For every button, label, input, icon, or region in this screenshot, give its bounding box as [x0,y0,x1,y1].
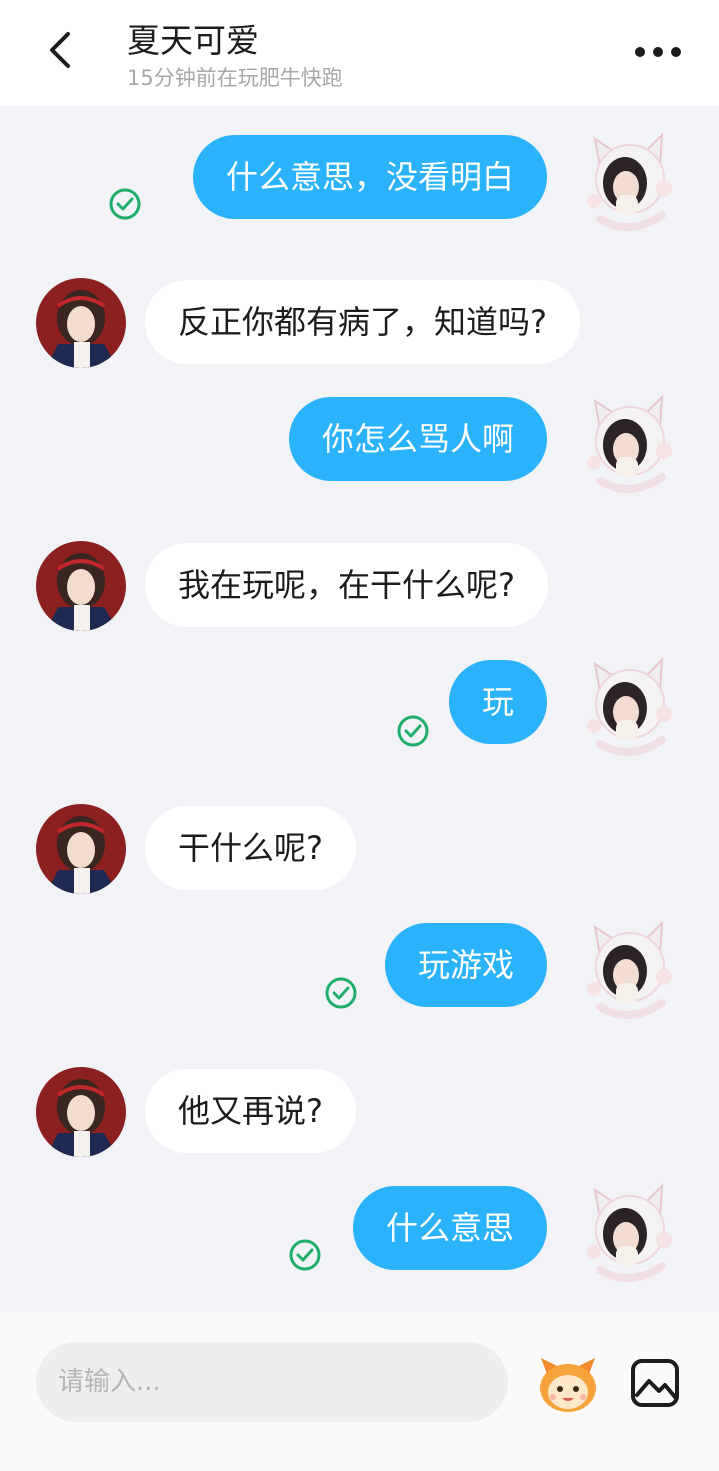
message-bubble-outgoing[interactable]: 玩游戏 [384,923,547,1007]
message-bubble-outgoing[interactable]: 玩 [448,660,547,744]
read-check-icon [397,715,429,747]
message-bubble-outgoing[interactable]: 什么意思 [352,1186,547,1270]
read-check-icon [325,977,357,1009]
my-avatar[interactable] [580,652,680,762]
message-bubble-outgoing[interactable]: 你怎么骂人啊 [288,397,547,481]
read-check-icon [109,188,141,220]
message-bubble-incoming[interactable]: 反正你都有病了，知道吗? [145,280,580,364]
message-bubble-outgoing[interactable]: 什么意思，没看明白 [192,135,547,219]
chat-header: 夏天可爱 15分钟前在玩肥牛快跑 [0,0,719,106]
message-bubble-incoming[interactable]: 我在玩呢，在干什么呢? [145,543,548,627]
contact-avatar[interactable] [36,541,126,631]
read-check-icon [289,1239,321,1271]
message-list[interactable]: 什么意思，没看明白 反正你都有病了，知道吗? 你怎么骂人啊 我在玩呢，在干什么呢… [0,106,719,1312]
message-bubble-incoming[interactable]: 干什么呢? [145,806,356,890]
message-bubble-incoming[interactable]: 他又再说? [145,1069,356,1153]
contact-avatar[interactable] [36,804,126,894]
contact-status: 15分钟前在玩肥牛快跑 [127,66,343,90]
contact-avatar[interactable] [36,1067,126,1157]
my-avatar[interactable] [580,915,680,1025]
contact-avatar[interactable] [36,278,126,368]
my-avatar[interactable] [580,1178,680,1288]
image-icon[interactable] [629,1357,681,1409]
contact-name: 夏天可爱 [127,21,259,60]
my-avatar[interactable] [580,127,680,237]
composer-bar [0,1312,719,1471]
back-chevron-icon[interactable] [40,28,84,72]
message-input[interactable] [36,1342,508,1422]
my-avatar[interactable] [580,389,680,499]
sticker-face-icon[interactable] [533,1352,603,1416]
more-dots-icon[interactable] [634,38,682,66]
